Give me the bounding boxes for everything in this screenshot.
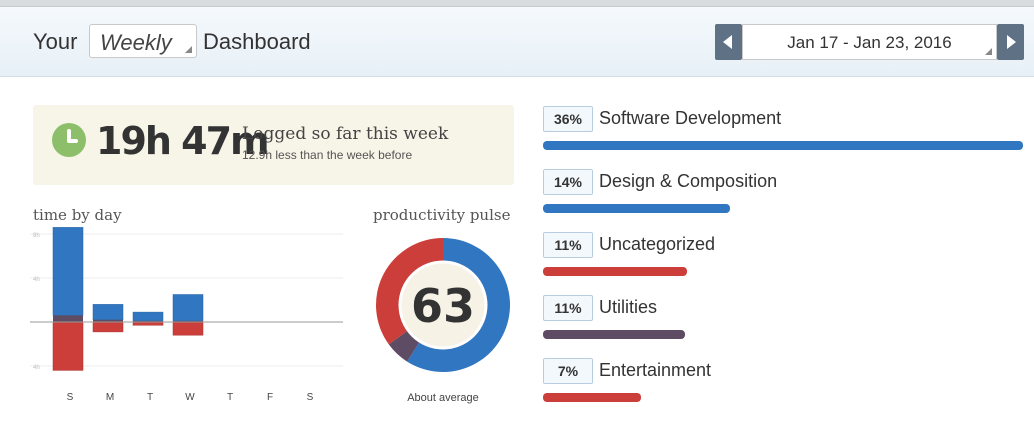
- category-bar: [543, 267, 687, 276]
- bar-productive[interactable]: [172, 294, 204, 322]
- y-tick-label: 4h: [33, 277, 40, 283]
- y-tick-label: 4h: [33, 365, 40, 371]
- productivity-pulse-title: productivity pulse: [373, 206, 511, 224]
- category-bar: [543, 330, 685, 339]
- time-by-day-title: time by day: [33, 206, 122, 224]
- category-name[interactable]: Utilities: [599, 297, 657, 318]
- dashboard-header: Your Weekly Dashboard Jan 17 - Jan 23, 2…: [0, 7, 1034, 77]
- day-label: M: [106, 392, 114, 403]
- bar-distracting[interactable]: [172, 321, 204, 336]
- previous-week-button[interactable]: [715, 24, 742, 60]
- category-bar: [543, 393, 641, 402]
- category-name[interactable]: Software Development: [599, 108, 781, 129]
- header-suffix: Dashboard: [203, 29, 311, 54]
- date-range-picker[interactable]: Jan 17 - Jan 23, 2016: [742, 24, 997, 60]
- clock-icon: [52, 123, 86, 157]
- productivity-pulse-caption: About average: [407, 392, 479, 404]
- bar-productive[interactable]: [92, 304, 124, 321]
- period-select-value: Weekly: [100, 30, 172, 55]
- category-percent-badge: 11%: [543, 232, 593, 258]
- category-bar: [543, 204, 730, 213]
- day-label: F: [267, 392, 273, 403]
- bar-distracting[interactable]: [92, 321, 124, 333]
- time-by-day-chart: 8h 4h 4h S M T W T F S: [30, 227, 343, 403]
- next-week-button[interactable]: [997, 24, 1024, 60]
- dropdown-corner-icon: [985, 48, 992, 55]
- category-name[interactable]: Entertainment: [599, 360, 711, 381]
- category-name[interactable]: Design & Composition: [599, 171, 777, 192]
- header-prefix: Your: [33, 29, 78, 54]
- date-range-value: Jan 17 - Jan 23, 2016: [787, 33, 952, 52]
- bar-productive[interactable]: [132, 311, 164, 322]
- day-label: W: [185, 392, 195, 403]
- logged-time-comparison: 12.9h less than the week before: [242, 148, 413, 162]
- category-percent-badge: 11%: [543, 295, 593, 321]
- y-tick-label: 8h: [33, 233, 40, 239]
- bar-distracting[interactable]: [52, 321, 84, 371]
- category-bar: [543, 141, 1023, 150]
- dropdown-corner-icon: [185, 46, 192, 53]
- day-label: S: [67, 392, 74, 403]
- category-percent-badge: 7%: [543, 358, 593, 384]
- category-percent-badge: 36%: [543, 106, 593, 132]
- day-label: T: [147, 392, 153, 403]
- logged-time-panel: 19h 47m Logged so far this week 12.9h le…: [33, 105, 514, 185]
- browser-top-border: [0, 0, 1034, 7]
- bar-neutral[interactable]: [53, 315, 83, 322]
- period-select[interactable]: Weekly: [89, 24, 197, 58]
- logged-time-label: Logged so far this week: [242, 124, 449, 144]
- day-label: S: [307, 392, 314, 403]
- category-name[interactable]: Uncategorized: [599, 234, 715, 255]
- productivity-pulse-value: 63: [410, 279, 475, 333]
- day-label: T: [227, 392, 233, 403]
- bar-productive[interactable]: [52, 227, 84, 316]
- category-percent-badge: 14%: [543, 169, 593, 195]
